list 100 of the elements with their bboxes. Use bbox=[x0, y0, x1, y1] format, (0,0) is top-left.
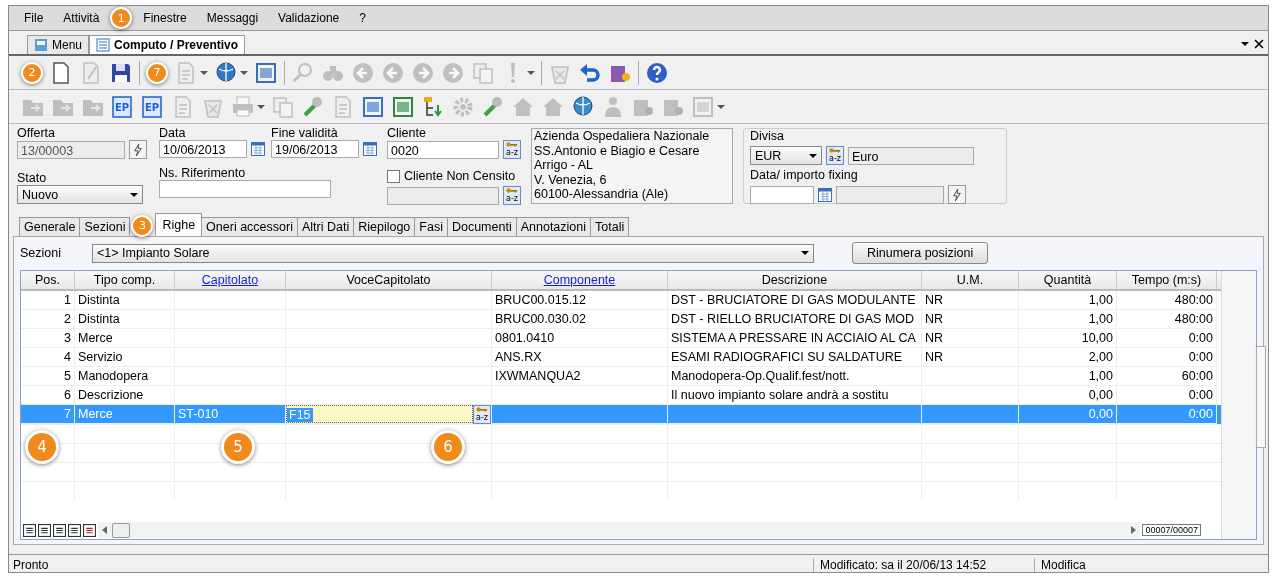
column-header[interactable]: Tempo (m:s) bbox=[1117, 271, 1217, 289]
globe-icon[interactable] bbox=[214, 60, 238, 85]
table-row[interactable]: 1 Distinta BRUC00.015.12 DST - BRUCIATORE DI GAS MODULANTE NR 1,00 480:00 bbox=[21, 291, 1221, 310]
calendar-icon[interactable] bbox=[251, 142, 265, 156]
ep-icon[interactable]: EP bbox=[141, 94, 165, 119]
scroll-right-icon[interactable] bbox=[1130, 526, 1137, 534]
table-row[interactable]: 7 Merce ST-010 F15 a-z 0,00 0:00 bbox=[21, 405, 1221, 424]
menu-item[interactable]: Finestre bbox=[134, 11, 196, 25]
field-label: Sezioni bbox=[20, 246, 62, 260]
key-icon bbox=[829, 147, 841, 154]
help-icon[interactable] bbox=[645, 60, 669, 85]
menu-item[interactable]: File bbox=[15, 11, 53, 25]
lookup-button[interactable]: a-z bbox=[473, 405, 491, 424]
menu-item[interactable]: Validazione bbox=[269, 11, 349, 25]
grid-action-icon[interactable] bbox=[38, 523, 51, 537]
table-cell: NR bbox=[925, 350, 944, 364]
table-cell: IXWMANQUA2 bbox=[495, 369, 581, 383]
callout-marker: 2 bbox=[21, 61, 43, 84]
renumber-button[interactable]: Rinumera posizioni bbox=[852, 242, 989, 264]
tab[interactable]: Riepilogo bbox=[353, 217, 416, 236]
column-header-link[interactable]: Componente bbox=[492, 271, 668, 289]
form-icon bbox=[96, 38, 111, 52]
checkbox-label: Cliente Non Censito bbox=[404, 169, 516, 183]
tab[interactable]: Totali bbox=[590, 217, 630, 236]
customer-name-field[interactable] bbox=[387, 186, 499, 205]
date-field[interactable]: 19/06/2013 bbox=[271, 140, 359, 158]
vertical-scrollbar[interactable] bbox=[1254, 346, 1268, 446]
lookup-button[interactable]: a-z bbox=[503, 140, 521, 159]
calendar-icon[interactable] bbox=[818, 187, 832, 202]
tab[interactable]: Annotazioni bbox=[515, 217, 591, 236]
column-header[interactable]: Descrizione bbox=[668, 271, 922, 289]
horizontal-scrollbar[interactable] bbox=[98, 522, 1141, 538]
status-dropdown[interactable]: Nuovo bbox=[17, 185, 143, 204]
status-mode: Modifica bbox=[1034, 558, 1268, 572]
column-header[interactable]: Pos. bbox=[21, 271, 75, 289]
address-line: 60100-Alessandria (Ale) bbox=[534, 187, 670, 202]
column-header[interactable]: VoceCapitolato bbox=[286, 271, 492, 289]
column-header-link[interactable]: Capitolato bbox=[175, 271, 286, 289]
column-header[interactable]: U.M. bbox=[922, 271, 1019, 289]
vertical-scrollbar[interactable] bbox=[1221, 271, 1256, 539]
column-header[interactable]: Tipo comp. bbox=[75, 271, 175, 289]
tab[interactable]: Generale bbox=[19, 217, 81, 236]
scroll-left-icon[interactable] bbox=[102, 526, 108, 534]
tree-icon[interactable] bbox=[421, 94, 445, 119]
address-line: SS.Antonio e Biagio e Cesare bbox=[534, 143, 701, 159]
section-dropdown[interactable]: <1> Impianto Solare bbox=[92, 243, 814, 263]
table-cell: ST-010 bbox=[178, 407, 219, 421]
field-label: Cliente bbox=[387, 126, 427, 140]
scroll-thumb[interactable] bbox=[112, 522, 130, 538]
grid-action-icon[interactable] bbox=[53, 523, 66, 537]
table-row[interactable]: 3 Merce 0801.0410 SISTEMA A PRESSARE IN ACCIAIO AL CA NR 10,00 0:00 bbox=[21, 329, 1221, 348]
lightning-icon bbox=[133, 143, 143, 156]
table-cell: 1 bbox=[64, 293, 71, 307]
table-row[interactable]: 5 Manodopera IXWMANQUA2 Manodopera-Op.Qualif.fest/nott. 1,00 60:00 bbox=[21, 367, 1221, 386]
grid-action-icon[interactable] bbox=[83, 523, 96, 537]
tab[interactable]: Oneri accessori bbox=[201, 217, 298, 236]
lookup-button[interactable]: a-z bbox=[826, 146, 844, 165]
reference-field[interactable] bbox=[159, 180, 331, 198]
document-tab[interactable]: Computo / Preventivo bbox=[89, 35, 246, 54]
table-row[interactable]: 4 Servizio ANS.RX ESAMI RADIOGRAFICI SU SALDATURE NR 2,00 0:00 bbox=[21, 348, 1221, 367]
close-icon[interactable] bbox=[1254, 39, 1264, 49]
caret-icon[interactable] bbox=[240, 68, 248, 77]
menu-item[interactable]: ? bbox=[350, 11, 375, 25]
date-field[interactable]: 10/06/2013 bbox=[159, 140, 247, 158]
tab[interactable]: Altri Dati bbox=[296, 217, 355, 236]
fixing-amount-field[interactable] bbox=[836, 185, 944, 204]
lightning-button[interactable] bbox=[948, 185, 966, 204]
table-row[interactable]: 2 Distinta BRUC00.030.02 DST - RIELLO BRUCIATORE DI GAS MOD NR 1,00 480:00 bbox=[21, 310, 1221, 329]
key-icon bbox=[506, 187, 518, 194]
fixing-date-field[interactable] bbox=[750, 185, 814, 204]
table-cell: NR bbox=[925, 331, 944, 345]
table-cell: 10,00 bbox=[1081, 331, 1113, 345]
table-cell: 6 bbox=[64, 388, 71, 402]
document-tab[interactable]: Menu bbox=[27, 35, 90, 54]
customer-field[interactable]: 0020 bbox=[387, 140, 499, 159]
checkbox[interactable] bbox=[387, 169, 400, 183]
tab[interactable]: Documenti bbox=[446, 217, 517, 236]
tab[interactable]: Fasi bbox=[414, 217, 448, 236]
menu-item[interactable]: Messaggi bbox=[197, 11, 268, 25]
grid-action-icon[interactable] bbox=[68, 523, 81, 537]
table-cell: Il nuovo impianto solare andrà a sostitu bbox=[671, 388, 889, 402]
table-cell: 0801.0410 bbox=[495, 331, 555, 345]
lookup-button[interactable]: a-z bbox=[503, 186, 521, 205]
table-cell: 0:00 bbox=[1188, 331, 1213, 345]
table-cell: 480:00 bbox=[1174, 312, 1213, 326]
grid-action-icon[interactable] bbox=[23, 523, 36, 537]
key-icon bbox=[476, 406, 488, 413]
calendar-icon[interactable] bbox=[363, 142, 377, 156]
caret-icon[interactable] bbox=[1240, 39, 1250, 49]
tab[interactable]: Righe bbox=[155, 213, 203, 236]
field-label: Ns. Riferimento bbox=[159, 166, 247, 180]
menu-item[interactable]: Attività bbox=[54, 11, 109, 25]
column-header[interactable]: Quantità bbox=[1019, 271, 1117, 289]
tab[interactable]: Sezioni bbox=[79, 217, 131, 236]
ep-icon[interactable]: EP bbox=[111, 94, 135, 119]
lightning-button[interactable] bbox=[129, 140, 147, 159]
table-cell: ESAMI RADIOGRAFICI SU SALDATURE bbox=[671, 350, 903, 364]
currency-dropdown[interactable]: EUR bbox=[750, 146, 822, 165]
table-cell: Distinta bbox=[78, 312, 120, 326]
callout-marker: 1 bbox=[110, 7, 133, 29]
